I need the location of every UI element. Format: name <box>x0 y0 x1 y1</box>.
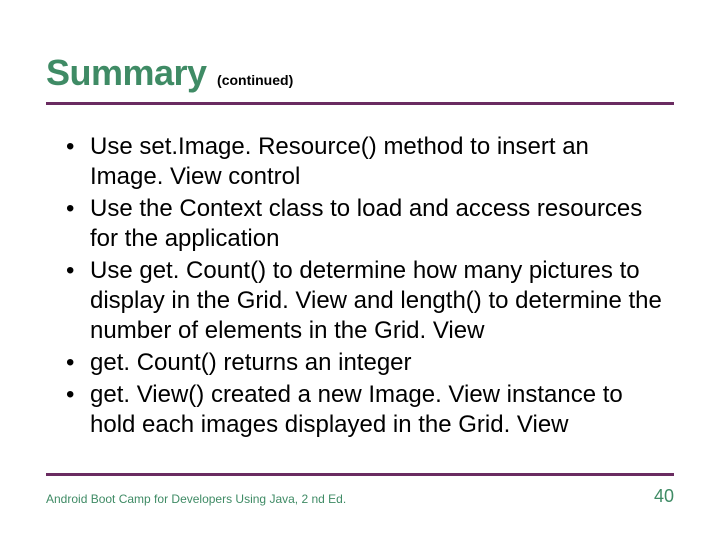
list-item: Use get. Count() to determine how many p… <box>62 256 662 346</box>
list-item: get. Count() returns an integer <box>62 348 662 378</box>
slide: Summary (continued) Use set.Image. Resou… <box>0 0 720 540</box>
list-item: get. View() created a new Image. View in… <box>62 380 662 440</box>
footer-text: Android Boot Camp for Developers Using J… <box>46 492 346 506</box>
page-number: 40 <box>654 486 674 507</box>
divider-top <box>46 102 674 105</box>
divider-bottom <box>46 473 674 476</box>
list-item: Use set.Image. Resource() method to inse… <box>62 132 662 192</box>
list-item: Use the Context class to load and access… <box>62 194 662 254</box>
slide-subtitle: (continued) <box>217 72 293 88</box>
bullet-list: Use set.Image. Resource() method to inse… <box>62 132 662 440</box>
content-area: Use set.Image. Resource() method to inse… <box>62 132 662 442</box>
slide-title-block: Summary (continued) <box>46 52 293 94</box>
slide-title: Summary <box>46 52 207 93</box>
